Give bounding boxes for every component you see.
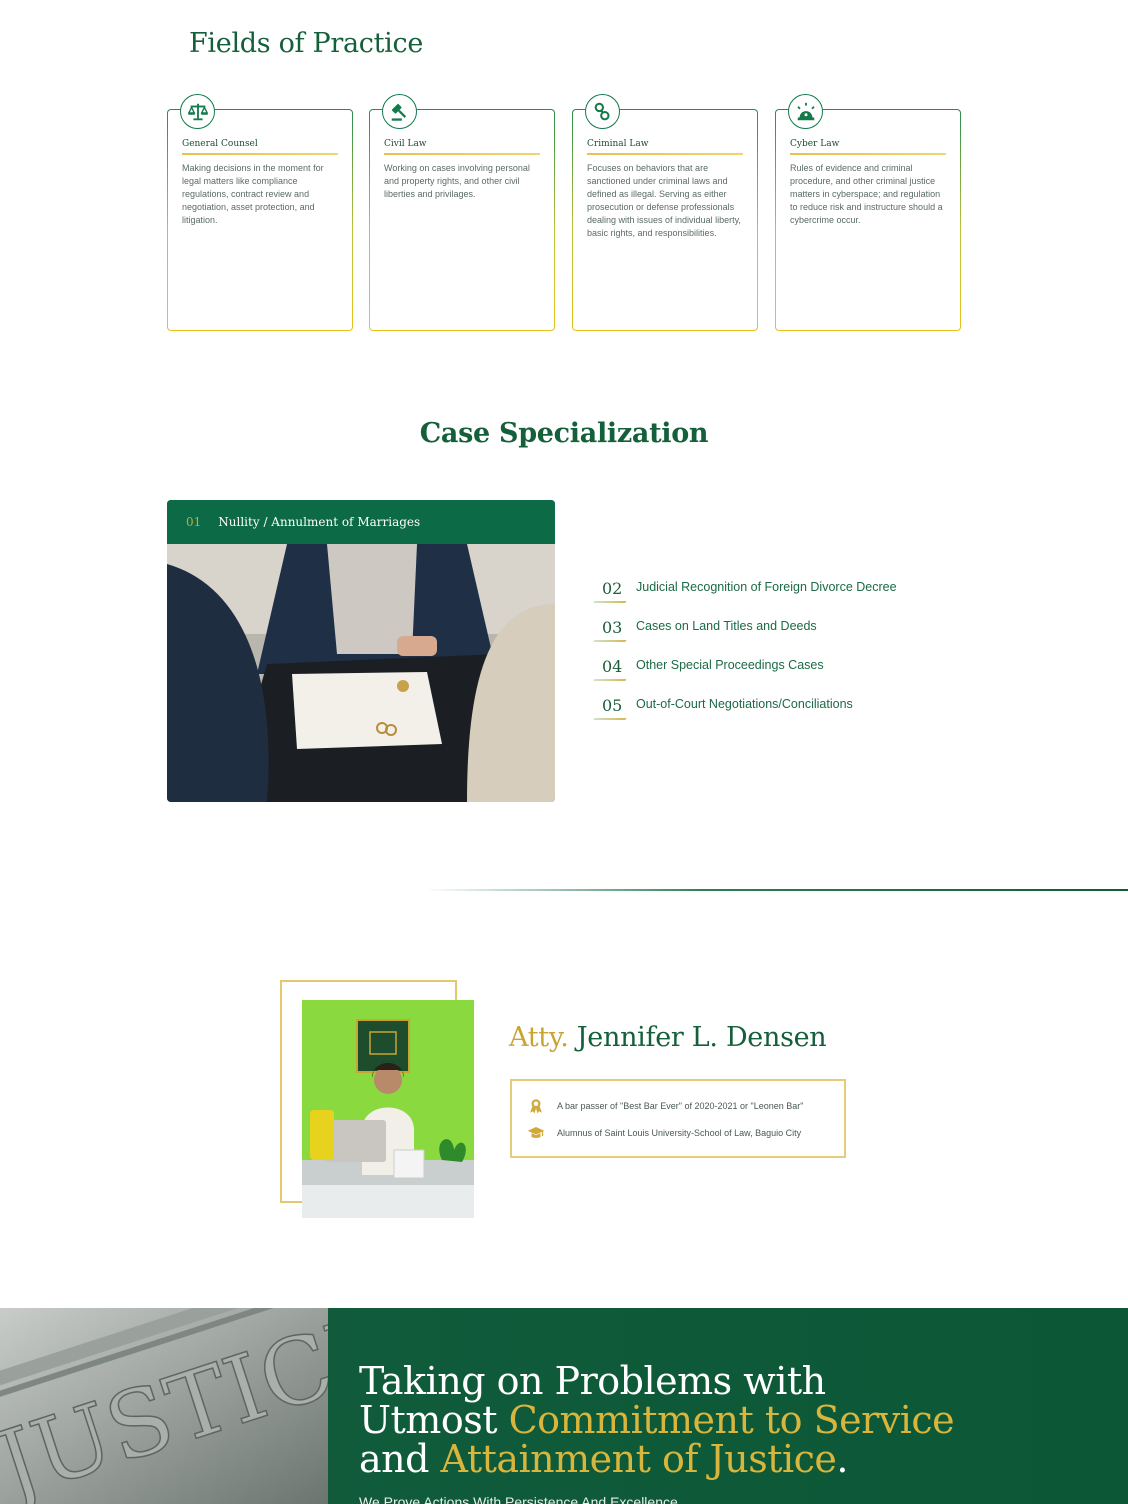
case-photo [167, 544, 555, 802]
alarm-siren-icon [788, 94, 823, 129]
credential-row: Alumnus of Saint Louis University-School… [527, 1124, 801, 1142]
practice-card-cyber-law[interactable]: Cyber Law Rules of evidence and criminal… [775, 94, 961, 331]
card-divider [790, 153, 946, 155]
attorney-prefix: Atty. [509, 1022, 569, 1053]
case-item-label: Judicial Recognition of Foreign Divorce … [636, 580, 897, 594]
practice-card-civil-law[interactable]: Civil Law Working on cases involving per… [369, 94, 555, 331]
case-specialization-title: Case Specialization [419, 418, 709, 449]
card-description: Working on cases involving personal and … [384, 163, 530, 199]
card-divider [182, 153, 338, 155]
case-specialization-list: 02 Judicial Recognition of Foreign Divor… [593, 574, 954, 730]
card-description: Focuses on behaviors that are sanctioned… [587, 163, 741, 238]
practice-card-criminal-law[interactable]: Criminal Law Focuses on behaviors that a… [572, 94, 758, 331]
headline-line-3: and Attainment of Justice. [359, 1437, 849, 1481]
mission-subtitle: We Prove Actions With Persistence And Ex… [359, 1494, 678, 1504]
mission-headline: Taking on Problems with Utmost Commitmen… [359, 1359, 955, 1481]
case-item-label: Other Special Proceedings Cases [636, 658, 824, 672]
attorney-full-name: Jennifer L. Densen [576, 1022, 827, 1053]
credential-row: A bar passer of "Best Bar Ever" of 2020-… [527, 1097, 803, 1115]
case-item[interactable]: 02 Judicial Recognition of Foreign Divor… [593, 574, 954, 613]
case-item[interactable]: 04 Other Special Proceedings Cases [593, 652, 954, 691]
credential-text: Alumnus of Saint Louis University-School… [557, 1128, 802, 1138]
headline-line-2: Utmost Commitment to Service [359, 1398, 955, 1442]
case-item-number: 02 [602, 579, 623, 598]
case-item[interactable]: 05 Out-of-Court Negotiations/Conciliatio… [593, 691, 954, 730]
case-item-number: 04 [602, 657, 623, 676]
mission-banner: JUSTICE Taking on Problems with Utmost C… [0, 1308, 1128, 1504]
case-item-underline [593, 679, 627, 681]
attorney-credentials-box: A bar passer of "Best Bar Ever" of 2020-… [510, 1079, 846, 1158]
gavel-icon [382, 94, 417, 129]
attorney-photo [302, 1000, 474, 1218]
case-item-label: Cases on Land Titles and Deeds [636, 619, 817, 633]
fields-of-practice-title: Fields of Practice [189, 28, 424, 59]
headline-highlight-commitment: Commitment to Service [508, 1398, 955, 1442]
scales-icon [180, 94, 215, 129]
award-ribbon-icon [530, 1099, 542, 1114]
attorney-name: Atty. Jennifer L. Densen [509, 1022, 827, 1053]
case-specialization-active-panel[interactable]: 01 Nullity / Annulment of Marriages [167, 500, 555, 802]
card-description: Rules of evidence and criminal procedure… [790, 163, 943, 225]
card-divider [384, 153, 540, 155]
case-item-number: 05 [602, 696, 623, 715]
justice-stone-image: JUSTICE [0, 1308, 328, 1504]
card-title: Cyber Law [790, 139, 840, 149]
graduation-cap-icon [527, 1127, 545, 1138]
section-divider [425, 889, 1128, 891]
card-title: Civil Law [384, 139, 427, 149]
headline-line-1: Taking on Problems with [359, 1359, 826, 1403]
case-item-underline [593, 601, 627, 603]
active-case-header[interactable]: 01 Nullity / Annulment of Marriages [167, 500, 555, 544]
case-item-underline [593, 718, 627, 720]
card-title: Criminal Law [587, 139, 649, 149]
case-item[interactable]: 03 Cases on Land Titles and Deeds [593, 613, 954, 652]
case-item-label: Out-of-Court Negotiations/Conciliations [636, 697, 853, 711]
case-item-underline [593, 640, 627, 642]
credential-text: A bar passer of "Best Bar Ever" of 2020-… [557, 1101, 804, 1111]
handcuffs-icon [585, 94, 620, 129]
headline-highlight-justice: Attainment of Justice [440, 1437, 837, 1481]
card-description: Making decisions in the moment for legal… [182, 163, 324, 225]
active-case-label: Nullity / Annulment of Marriages [218, 515, 421, 529]
card-title: General Counsel [182, 139, 258, 149]
practice-card-general-counsel[interactable]: General Counsel Making decisions in the … [167, 94, 353, 331]
card-divider [587, 153, 743, 155]
active-case-number: 01 [186, 515, 202, 529]
case-item-number: 03 [602, 618, 623, 637]
